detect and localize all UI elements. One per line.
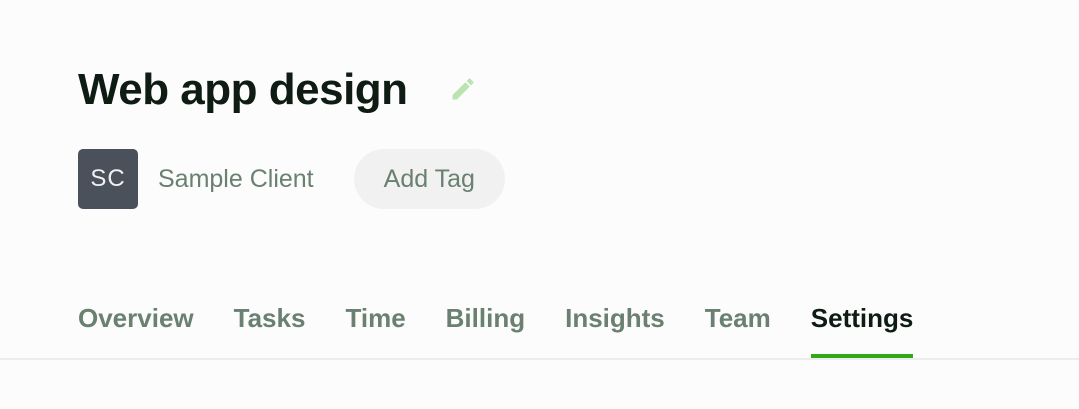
title-row: Web app design [78, 62, 478, 118]
edit-title-button[interactable] [448, 75, 478, 105]
project-page: Web app design SC Sample Client Add Tag … [0, 0, 1079, 409]
tab-billing[interactable]: Billing [446, 296, 525, 360]
project-tabs: Overview Tasks Time Billing Insights Tea… [0, 296, 1079, 360]
add-tag-button[interactable]: Add Tag [353, 149, 505, 209]
tab-team[interactable]: Team [705, 296, 771, 360]
tab-insights[interactable]: Insights [565, 296, 665, 360]
tab-time[interactable]: Time [345, 296, 405, 360]
pencil-icon [449, 75, 477, 106]
client-name-link[interactable]: Sample Client [158, 165, 314, 194]
client-meta-row: SC Sample Client Add Tag [78, 149, 505, 209]
tab-overview[interactable]: Overview [78, 296, 194, 360]
client-avatar: SC [78, 149, 138, 209]
tab-tasks[interactable]: Tasks [234, 296, 306, 360]
tab-settings[interactable]: Settings [810, 296, 913, 360]
project-title: Web app design [78, 65, 408, 114]
tab-list: Overview Tasks Time Billing Insights Tea… [78, 296, 953, 360]
